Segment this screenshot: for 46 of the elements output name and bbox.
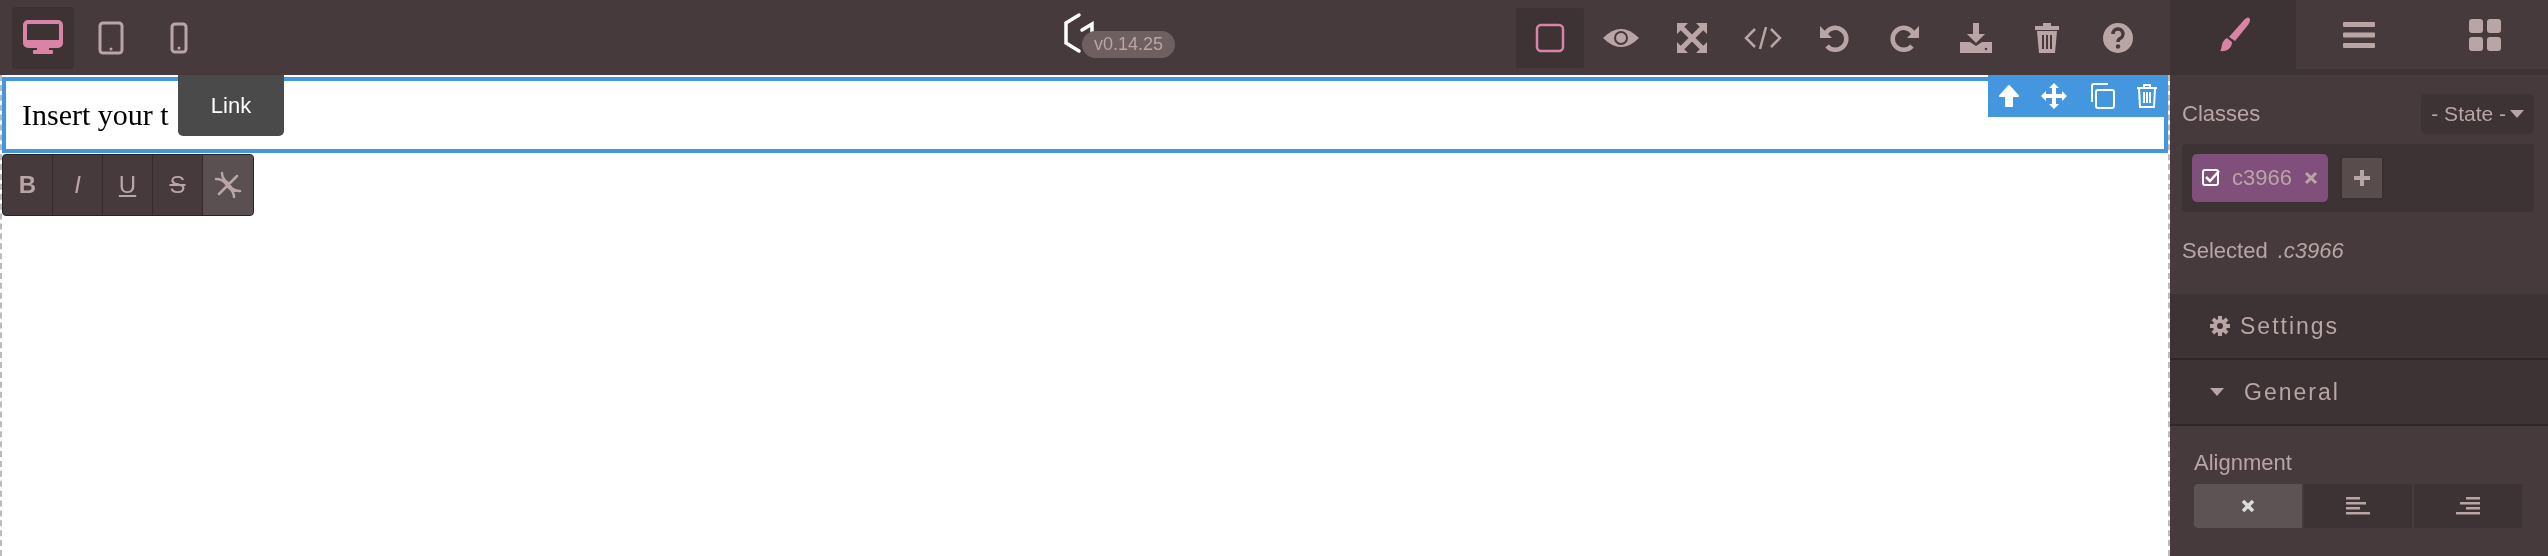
selected-label: Selected (2182, 238, 2268, 264)
sector-title: General (2244, 378, 2340, 406)
close-icon (2241, 499, 2255, 513)
move-icon[interactable] (2040, 82, 2068, 110)
add-class-button[interactable] (2339, 156, 2384, 200)
device-button[interactable] (12, 6, 74, 69)
tablet-icon (98, 20, 124, 55)
align-right-icon (2456, 497, 2480, 515)
settings-title: Settings (2240, 312, 2340, 340)
version-badge: v0.14.25 (1082, 31, 1176, 58)
unlink-icon (213, 170, 243, 200)
link-button[interactable] (203, 155, 253, 215)
phone-icon (170, 21, 188, 54)
download-icon (1959, 21, 1993, 54)
panel-tab[interactable] (2170, 0, 2296, 69)
format-button[interactable]: B (3, 155, 53, 215)
tag-label: c3966 (2232, 165, 2292, 191)
class-tag[interactable]: c3966 (2192, 154, 2328, 202)
toolbar-button[interactable] (1516, 7, 1584, 68)
format-button[interactable]: I (53, 155, 103, 215)
checkbox-icon[interactable] (2202, 169, 2220, 187)
close-icon[interactable] (2303, 171, 2318, 185)
gear-icon (2210, 316, 2230, 336)
property-label: Alignment (2194, 450, 2292, 476)
classes-label: Classes (2182, 101, 2261, 127)
state-dropdown[interactable]: - State - (2421, 94, 2534, 134)
sector-header[interactable]: General (2170, 360, 2548, 426)
trash-icon (2034, 21, 2060, 54)
trash-icon[interactable] (2136, 83, 2158, 109)
format-button[interactable]: U (103, 155, 153, 215)
code-icon (1744, 24, 1782, 51)
square-icon (1535, 22, 1565, 53)
caret-icon (2510, 109, 2524, 119)
help-icon (2102, 21, 2134, 54)
copy-icon[interactable] (2088, 82, 2116, 110)
selected-value: .c3966 (2277, 238, 2344, 264)
tooltip: Link (178, 75, 284, 136)
fullscreen-icon (1676, 21, 1708, 54)
logo-icon (1062, 12, 1096, 54)
menu-icon (2343, 20, 2375, 49)
plus-icon (2352, 169, 2371, 187)
align-left-icon (2346, 497, 2370, 515)
settings-header[interactable]: Settings (2170, 294, 2548, 360)
arrow-up-icon[interactable] (1998, 84, 2020, 108)
desktop-icon (23, 19, 63, 56)
blocks-icon (2469, 18, 2501, 51)
